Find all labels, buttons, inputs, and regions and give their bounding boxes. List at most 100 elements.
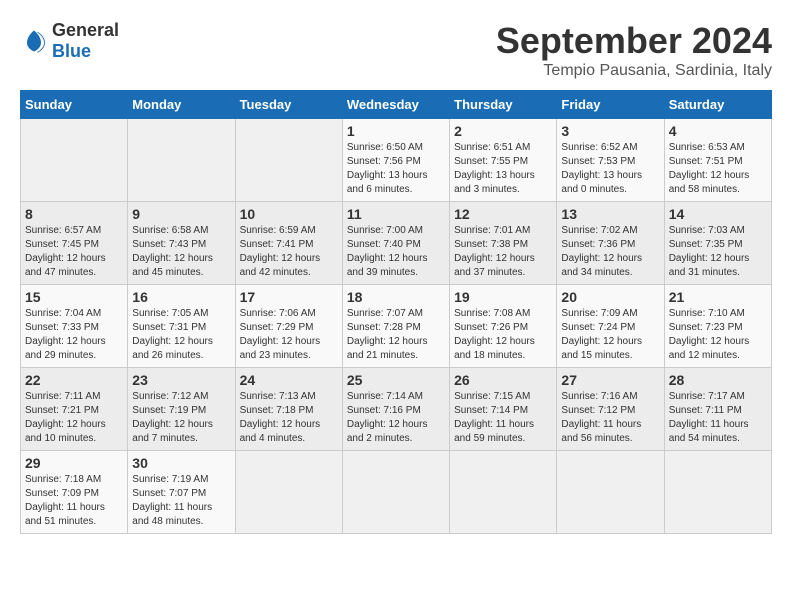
day-number: 19 [454, 289, 552, 305]
day-info: Sunrise: 7:13 AMSunset: 7:18 PMDaylight:… [240, 390, 338, 446]
calendar-cell: 25 Sunrise: 7:14 AMSunset: 7:16 PMDayligh… [342, 368, 449, 451]
header: General Blue September 2024 Tempio Pausa… [20, 20, 772, 80]
day-info: Sunrise: 6:53 AMSunset: 7:51 PMDaylight:… [669, 141, 767, 197]
title-area: September 2024 Tempio Pausania, Sardinia… [496, 20, 772, 80]
calendar-week-3: 15 Sunrise: 7:04 AMSunset: 7:33 PMDayligh… [21, 285, 772, 368]
logo-text: General Blue [52, 20, 119, 61]
day-info: Sunrise: 7:08 AMSunset: 7:26 PMDaylight:… [454, 307, 552, 363]
calendar-cell [664, 451, 771, 534]
calendar-cell: 21 Sunrise: 7:10 AMSunset: 7:23 PMDayligh… [664, 285, 771, 368]
calendar-cell: 2 Sunrise: 6:51 AMSunset: 7:55 PMDaylight… [450, 119, 557, 202]
logo-general: General [52, 20, 119, 40]
day-number: 18 [347, 289, 445, 305]
day-number: 2 [454, 123, 552, 139]
header-thursday: Thursday [450, 91, 557, 119]
day-number: 28 [669, 372, 767, 388]
calendar-cell [128, 119, 235, 202]
day-info: Sunrise: 7:18 AMSunset: 7:09 PMDaylight:… [25, 473, 123, 529]
day-number: 11 [347, 206, 445, 222]
month-title: September 2024 [496, 20, 772, 62]
day-number: 17 [240, 289, 338, 305]
day-info: Sunrise: 6:51 AMSunset: 7:55 PMDaylight:… [454, 141, 552, 197]
calendar-week-5: 29 Sunrise: 7:18 AMSunset: 7:09 PMDayligh… [21, 451, 772, 534]
day-number: 3 [561, 123, 659, 139]
calendar-cell [235, 119, 342, 202]
calendar-week-1: 1 Sunrise: 6:50 AMSunset: 7:56 PMDaylight… [21, 119, 772, 202]
calendar-week-2: 8 Sunrise: 6:57 AMSunset: 7:45 PMDaylight… [21, 202, 772, 285]
day-info: Sunrise: 6:50 AMSunset: 7:56 PMDaylight:… [347, 141, 445, 197]
day-info: Sunrise: 7:16 AMSunset: 7:12 PMDaylight:… [561, 390, 659, 446]
day-info: Sunrise: 7:06 AMSunset: 7:29 PMDaylight:… [240, 307, 338, 363]
day-info: Sunrise: 7:00 AMSunset: 7:40 PMDaylight:… [347, 224, 445, 280]
calendar-cell: 16 Sunrise: 7:05 AMSunset: 7:31 PMDayligh… [128, 285, 235, 368]
day-number: 13 [561, 206, 659, 222]
calendar-cell: 17 Sunrise: 7:06 AMSunset: 7:29 PMDayligh… [235, 285, 342, 368]
calendar-cell: 20Sunrise: 7:09 AMSunset: 7:24 PMDayligh… [557, 285, 664, 368]
calendar-cell: 26 Sunrise: 7:15 AMSunset: 7:14 PMDayligh… [450, 368, 557, 451]
day-info: Sunrise: 7:14 AMSunset: 7:16 PMDaylight:… [347, 390, 445, 446]
calendar-cell: 24 Sunrise: 7:13 AMSunset: 7:18 PMDayligh… [235, 368, 342, 451]
day-number: 12 [454, 206, 552, 222]
calendar-table: SundayMondayTuesdayWednesdayThursdayFrid… [20, 90, 772, 534]
location-title: Tempio Pausania, Sardinia, Italy [496, 62, 772, 80]
day-number: 26 [454, 372, 552, 388]
day-info: Sunrise: 7:02 AMSunset: 7:36 PMDaylight:… [561, 224, 659, 280]
day-number: 30 [132, 455, 230, 471]
calendar-cell [21, 119, 128, 202]
logo: General Blue [20, 20, 119, 61]
header-saturday: Saturday [664, 91, 771, 119]
day-info: Sunrise: 6:52 AMSunset: 7:53 PMDaylight:… [561, 141, 659, 197]
day-info: Sunrise: 7:17 AMSunset: 7:11 PMDaylight:… [669, 390, 767, 446]
day-info: Sunrise: 7:19 AMSunset: 7:07 PMDaylight:… [132, 473, 230, 529]
day-number: 16 [132, 289, 230, 305]
day-number: 8 [25, 206, 123, 222]
day-info: Sunrise: 7:10 AMSunset: 7:23 PMDaylight:… [669, 307, 767, 363]
day-number: 29 [25, 455, 123, 471]
day-number: 4 [669, 123, 767, 139]
day-number: 15 [25, 289, 123, 305]
day-info: Sunrise: 6:59 AMSunset: 7:41 PMDaylight:… [240, 224, 338, 280]
day-number: 25 [347, 372, 445, 388]
header-friday: Friday [557, 91, 664, 119]
calendar-cell [450, 451, 557, 534]
header-tuesday: Tuesday [235, 91, 342, 119]
day-number: 20 [561, 289, 659, 305]
day-number: 9 [132, 206, 230, 222]
calendar-cell: 15 Sunrise: 7:04 AMSunset: 7:33 PMDayligh… [21, 285, 128, 368]
header-monday: Monday [128, 91, 235, 119]
day-number: 14 [669, 206, 767, 222]
header-row: SundayMondayTuesdayWednesdayThursdayFrid… [21, 91, 772, 119]
day-number: 24 [240, 372, 338, 388]
calendar-cell [235, 451, 342, 534]
calendar-cell: 11 Sunrise: 7:00 AMSunset: 7:40 PMDayligh… [342, 202, 449, 285]
day-info: Sunrise: 6:57 AMSunset: 7:45 PMDaylight:… [25, 224, 123, 280]
calendar-cell: 10 Sunrise: 6:59 AMSunset: 7:41 PMDayligh… [235, 202, 342, 285]
header-wednesday: Wednesday [342, 91, 449, 119]
calendar-cell: 4 Sunrise: 6:53 AMSunset: 7:51 PMDaylight… [664, 119, 771, 202]
calendar-cell [557, 451, 664, 534]
day-info: Sunrise: 7:04 AMSunset: 7:33 PMDaylight:… [25, 307, 123, 363]
day-info: Sunrise: 7:15 AMSunset: 7:14 PMDaylight:… [454, 390, 552, 446]
day-info: Sunrise: 7:05 AMSunset: 7:31 PMDaylight:… [132, 307, 230, 363]
calendar-cell: 14Sunrise: 7:03 AMSunset: 7:35 PMDayligh… [664, 202, 771, 285]
day-number: 22 [25, 372, 123, 388]
day-info: Sunrise: 6:58 AMSunset: 7:43 PMDaylight:… [132, 224, 230, 280]
logo-blue: Blue [52, 41, 91, 61]
logo-icon [20, 27, 48, 55]
calendar-cell: 13 Sunrise: 7:02 AMSunset: 7:36 PMDayligh… [557, 202, 664, 285]
day-info: Sunrise: 7:11 AMSunset: 7:21 PMDaylight:… [25, 390, 123, 446]
calendar-cell: 22 Sunrise: 7:11 AMSunset: 7:21 PMDayligh… [21, 368, 128, 451]
calendar-cell: 30 Sunrise: 7:19 AMSunset: 7:07 PMDayligh… [128, 451, 235, 534]
day-number: 21 [669, 289, 767, 305]
calendar-cell: 29 Sunrise: 7:18 AMSunset: 7:09 PMDayligh… [21, 451, 128, 534]
day-number: 23 [132, 372, 230, 388]
calendar-week-4: 22 Sunrise: 7:11 AMSunset: 7:21 PMDayligh… [21, 368, 772, 451]
calendar-cell: 19 Sunrise: 7:08 AMSunset: 7:26 PMDayligh… [450, 285, 557, 368]
day-number: 10 [240, 206, 338, 222]
day-number: 1 [347, 123, 445, 139]
calendar-cell: 3 Sunrise: 6:52 AMSunset: 7:53 PMDaylight… [557, 119, 664, 202]
header-sunday: Sunday [21, 91, 128, 119]
calendar-cell: 27Sunrise: 7:16 AMSunset: 7:12 PMDayligh… [557, 368, 664, 451]
calendar-header: SundayMondayTuesdayWednesdayThursdayFrid… [21, 91, 772, 119]
calendar-cell: 18Sunrise: 7:07 AMSunset: 7:28 PMDayligh… [342, 285, 449, 368]
